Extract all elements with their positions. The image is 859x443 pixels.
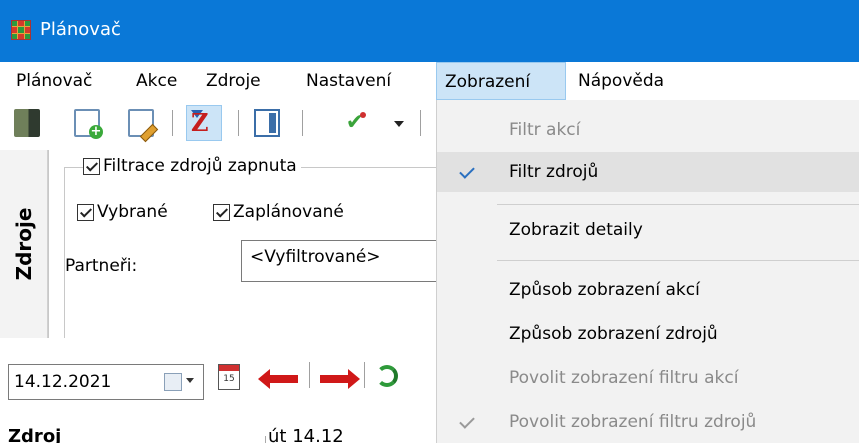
menu-item-povolit-filtr-zdroju[interactable]: Povolit zobrazení filtru zdrojů [437, 402, 859, 442]
check-icon[interactable]: ✔ [342, 109, 368, 137]
toolbar-separator [309, 362, 310, 388]
menu-item-zpusob-zobrazeni-akci[interactable]: Způsob zobrazení akcí [437, 270, 859, 310]
exit-icon[interactable] [14, 109, 40, 137]
toolbar-separator [364, 362, 365, 388]
menu-akce[interactable]: Akce [128, 62, 185, 100]
window-title: Plánovač [40, 19, 121, 40]
app-icon [11, 20, 31, 40]
menu-item-label: Způsob zobrazení akcí [509, 280, 700, 300]
calendar-icon[interactable] [164, 373, 182, 391]
toolbar-separator [420, 110, 421, 136]
filter-panel: Filtrace zdrojů zapnuta Vybrané Zaplánov… [48, 150, 438, 338]
date-value: 14.12.2021 [14, 372, 112, 392]
menu-item-povolit-filtr-akci[interactable]: Povolit zobrazení filtru akcí [437, 358, 859, 398]
column-header-resource: Zdroj [8, 426, 62, 443]
side-tab-zdroje[interactable]: Zdroje [0, 150, 48, 338]
filter-enabled-label: Filtrace zdrojů zapnuta [103, 156, 297, 176]
menu-item-label: Povolit zobrazení filtru zdrojů [509, 412, 757, 432]
toolbar: + Z ✔ [0, 100, 436, 150]
partners-label: Partneři: [65, 256, 138, 276]
refresh-icon[interactable] [376, 365, 398, 387]
column-header-date: út 14.12 [268, 426, 344, 443]
menu-item-label: Povolit zobrazení filtru akcí [509, 368, 739, 388]
menu-item-filtr-akci[interactable]: Filtr akcí [437, 110, 859, 150]
menu-item-zpusob-zobrazeni-zdroju[interactable]: Způsob zobrazení zdrojů [437, 314, 859, 354]
dropdown-arrow-icon[interactable] [394, 121, 404, 127]
menu-item-label: Filtr zdrojů [509, 162, 599, 182]
checkbox-box[interactable] [213, 203, 230, 221]
new-document-icon[interactable]: + [74, 109, 103, 139]
partners-field[interactable]: <Vyfiltrované> [241, 240, 437, 282]
column-divider [265, 436, 266, 443]
selected-checkbox[interactable]: Vybrané [77, 202, 172, 222]
menu-nastaveni[interactable]: Nastavení [298, 62, 399, 100]
toolbar-separator [302, 110, 303, 136]
view-menu-dropdown: Filtr akcí Filtr zdrojů Zobrazit detaily… [436, 100, 859, 443]
menu-item-label: Zobrazit detaily [509, 220, 643, 240]
checkmark-icon [455, 152, 477, 192]
schedule-header-row: Zdroj út 14.12 [0, 408, 436, 443]
toolbar-separator [172, 110, 173, 136]
menu-separator [497, 204, 859, 205]
menu-napoveda[interactable]: Nápověda [570, 62, 672, 100]
menu-separator [497, 260, 859, 261]
menu-bar: Plánovač Akce Zdroje Nastavení Zobrazení… [0, 62, 859, 100]
menu-zobrazeni[interactable]: Zobrazení [436, 62, 566, 100]
menu-item-label: Způsob zobrazení zdrojů [509, 324, 718, 344]
previous-arrow-icon[interactable] [258, 369, 298, 389]
planned-checkbox[interactable]: Zaplánované [213, 202, 348, 222]
menu-item-label: Filtr akcí [509, 120, 581, 140]
filter-icon[interactable]: Z [186, 105, 222, 141]
checkmark-icon [455, 402, 477, 442]
today-calendar-icon[interactable]: 15 [218, 364, 240, 390]
selected-label: Vybrané [97, 202, 168, 222]
menu-item-zobrazit-detaily[interactable]: Zobrazit detaily [437, 210, 859, 250]
date-field[interactable]: 14.12.2021 [8, 364, 204, 400]
date-bar: 14.12.2021 15 [0, 338, 436, 408]
planned-label: Zaplánované [233, 202, 344, 222]
menu-planovac[interactable]: Plánovač [8, 62, 100, 100]
next-arrow-icon[interactable] [320, 369, 360, 389]
chevron-down-icon[interactable] [186, 378, 194, 383]
menu-zdroje[interactable]: Zdroje [198, 62, 269, 100]
checkbox-box[interactable] [83, 157, 100, 175]
checkbox-box[interactable] [77, 203, 94, 221]
filter-enabled-checkbox[interactable]: Filtrace zdrojů zapnuta [83, 156, 301, 176]
side-tab-label: Zdroje [12, 207, 36, 281]
toolbar-separator [238, 110, 239, 136]
menu-item-filtr-zdroju[interactable]: Filtr zdrojů [437, 152, 859, 192]
panel-icon[interactable] [254, 109, 280, 137]
edit-document-icon[interactable] [128, 109, 159, 143]
title-bar: Plánovač [0, 0, 859, 62]
